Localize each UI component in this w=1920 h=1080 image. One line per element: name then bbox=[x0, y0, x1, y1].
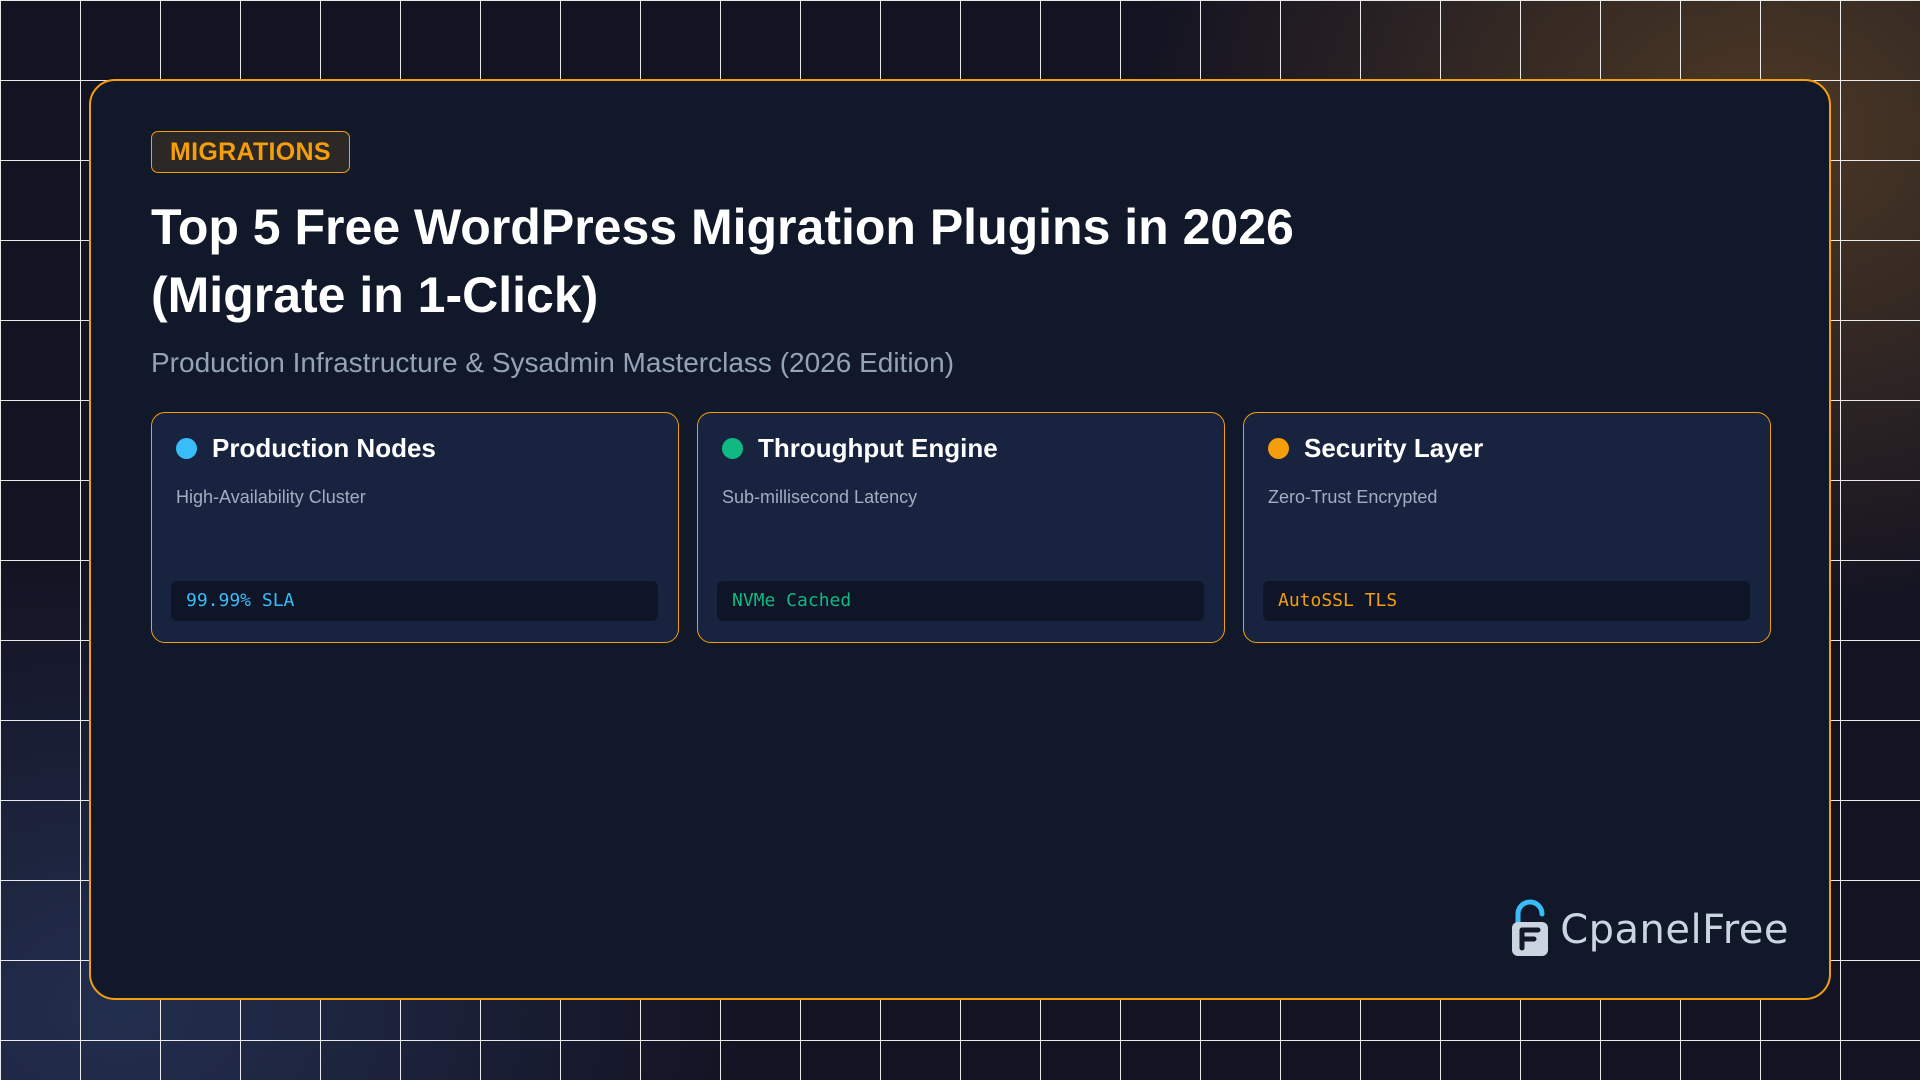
feature-title: Security Layer bbox=[1304, 433, 1484, 463]
feature-title: Production Nodes bbox=[212, 433, 436, 463]
category-badge[interactable]: MIGRATIONS bbox=[151, 131, 350, 173]
feature-description: Zero-Trust Encrypted bbox=[1268, 487, 1438, 507]
feature-description: High-Availability Cluster bbox=[176, 487, 366, 507]
feature-card-production-nodes: Production Nodes High-Availability Clust… bbox=[151, 412, 679, 643]
brand-logo[interactable]: CpanelFree bbox=[1508, 898, 1789, 962]
hero-card: MIGRATIONS Top 5 Free WordPress Migratio… bbox=[89, 79, 1831, 1000]
page-subtitle: Production Infrastructure & Sysadmin Mas… bbox=[151, 347, 955, 378]
status-dot-icon bbox=[176, 438, 197, 459]
padlock-logo-icon bbox=[1512, 899, 1549, 956]
feature-description: Sub-millisecond Latency bbox=[722, 487, 918, 507]
feature-code-tag: NVMe Cached bbox=[717, 581, 1204, 621]
feature-cards: Production Nodes High-Availability Clust… bbox=[151, 412, 1771, 643]
page-title: Top 5 Free WordPress Migration Plugins i… bbox=[151, 199, 1294, 323]
feature-card-security-layer: Security Layer Zero-Trust Encrypted Auto… bbox=[1243, 412, 1771, 643]
feature-card-throughput-engine: Throughput Engine Sub-millisecond Latenc… bbox=[697, 412, 1225, 643]
status-dot-icon bbox=[722, 438, 743, 459]
status-dot-icon bbox=[1268, 438, 1289, 459]
brand-name: CpanelFree bbox=[1560, 907, 1789, 953]
feature-code-tag: AutoSSL TLS bbox=[1263, 581, 1750, 621]
feature-title: Throughput Engine bbox=[758, 433, 998, 463]
feature-code-tag: 99.99% SLA bbox=[171, 581, 658, 621]
